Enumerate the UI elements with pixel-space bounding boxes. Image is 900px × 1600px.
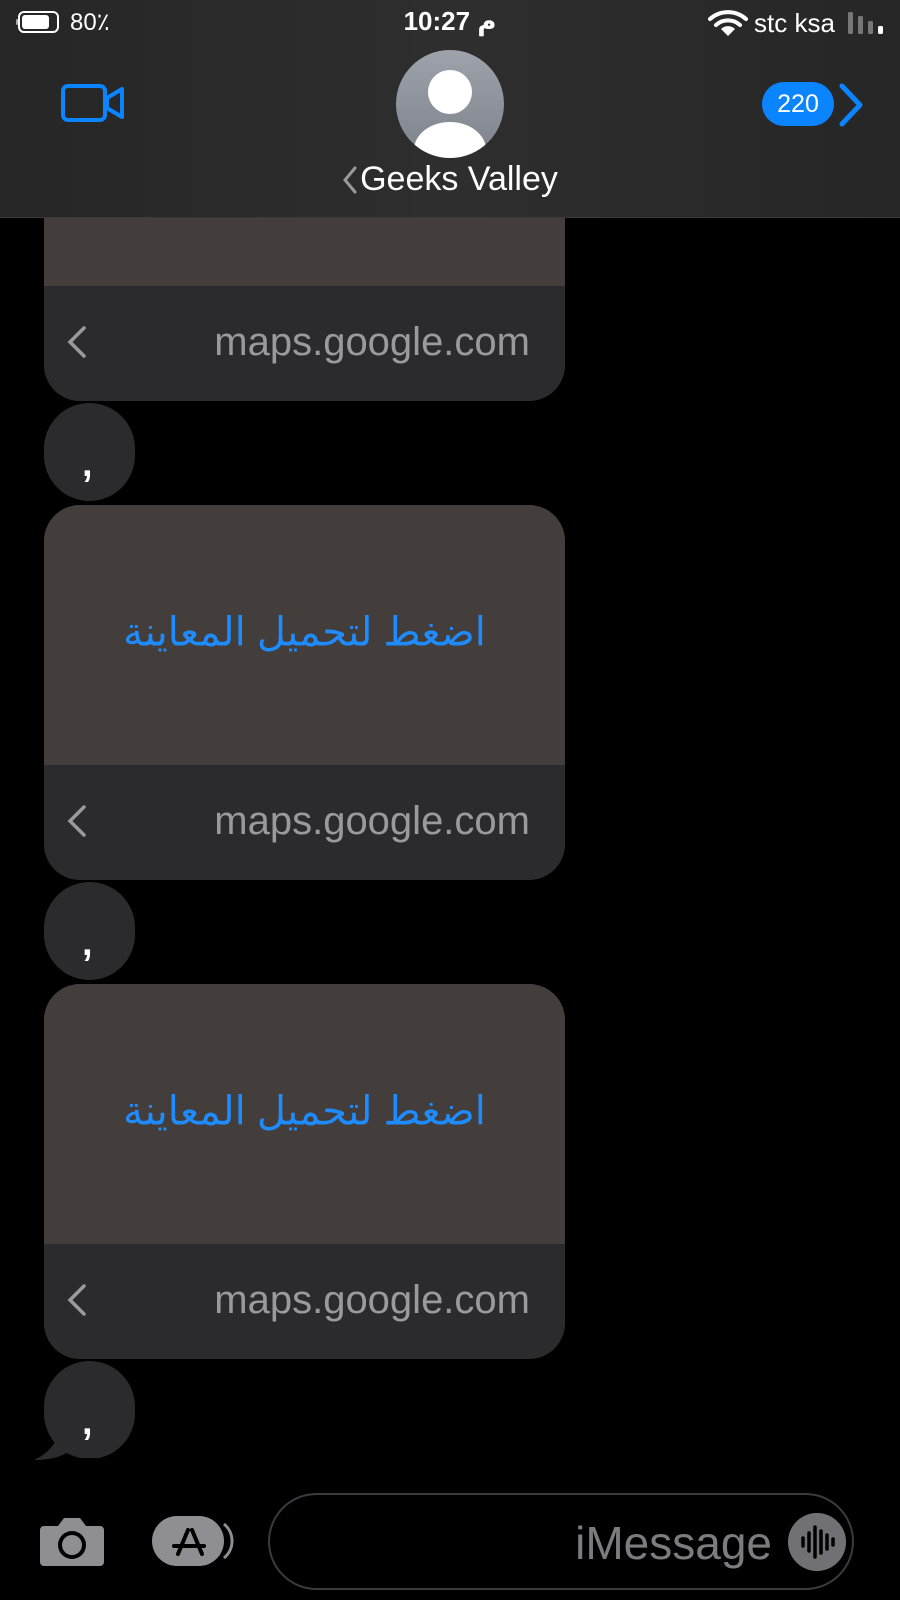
link-domain: maps.google.com <box>214 1278 530 1322</box>
message-bubble[interactable]: , <box>44 882 135 980</box>
link-preview-card[interactable]: maps.google.com <box>44 218 565 401</box>
signal-icon <box>848 12 883 34</box>
link-footer[interactable]: maps.google.com <box>44 286 565 401</box>
load-preview-label[interactable]: اضغط لتحميل المعاينة <box>44 610 565 656</box>
unread-count-badge[interactable]: 220 <box>762 82 834 126</box>
contact-avatar[interactable] <box>396 50 504 158</box>
message-text: , <box>82 443 93 485</box>
link-preview-card[interactable]: اضغط لتحميل المعاينة maps.google.com <box>44 505 565 880</box>
chevron-right-icon[interactable] <box>836 82 866 128</box>
link-preview-image[interactable] <box>44 218 565 286</box>
chevron-left-icon <box>67 805 86 837</box>
video-call-button[interactable] <box>60 80 126 126</box>
link-domain: maps.google.com <box>214 320 530 364</box>
link-footer[interactable]: maps.google.com <box>44 1244 565 1359</box>
message-bubble[interactable]: , <box>44 403 135 501</box>
chevron-left-icon <box>67 1284 86 1316</box>
avatar-person-icon <box>414 70 486 158</box>
load-preview-label[interactable]: اضغط لتحميل المعاينة <box>44 1089 565 1135</box>
link-preview-image[interactable]: اضغط لتحميل المعاينة <box>44 984 565 1244</box>
imessage-input-field[interactable] <box>268 1493 854 1590</box>
conversation-header: 80٪ 10:27 م stc ksa Geeks Valley 220 <box>0 0 900 218</box>
message-list[interactable]: maps.google.com , اضغط لتحميل المعاينة m… <box>0 218 900 1458</box>
message-text: , <box>82 922 93 964</box>
link-footer[interactable]: maps.google.com <box>44 765 565 880</box>
audio-waveform-icon[interactable] <box>788 1513 846 1571</box>
contact-name-button[interactable]: Geeks Valley <box>0 160 900 199</box>
link-preview-card[interactable]: اضغط لتحميل المعاينة maps.google.com <box>44 984 565 1359</box>
chevron-left-icon <box>343 166 357 193</box>
message-text: , <box>82 1401 93 1443</box>
link-domain: maps.google.com <box>214 799 530 843</box>
link-preview-image[interactable]: اضغط لتحميل المعاينة <box>44 505 565 765</box>
camera-icon[interactable] <box>38 1514 106 1568</box>
contact-name: Geeks Valley <box>360 160 558 198</box>
app-store-icon[interactable] <box>150 1514 234 1568</box>
chevron-left-icon <box>67 326 86 358</box>
message-input[interactable] <box>290 1503 774 1583</box>
carrier-name: stc ksa <box>754 8 835 38</box>
bubble-tail <box>34 1420 70 1460</box>
wifi-icon <box>708 10 748 36</box>
